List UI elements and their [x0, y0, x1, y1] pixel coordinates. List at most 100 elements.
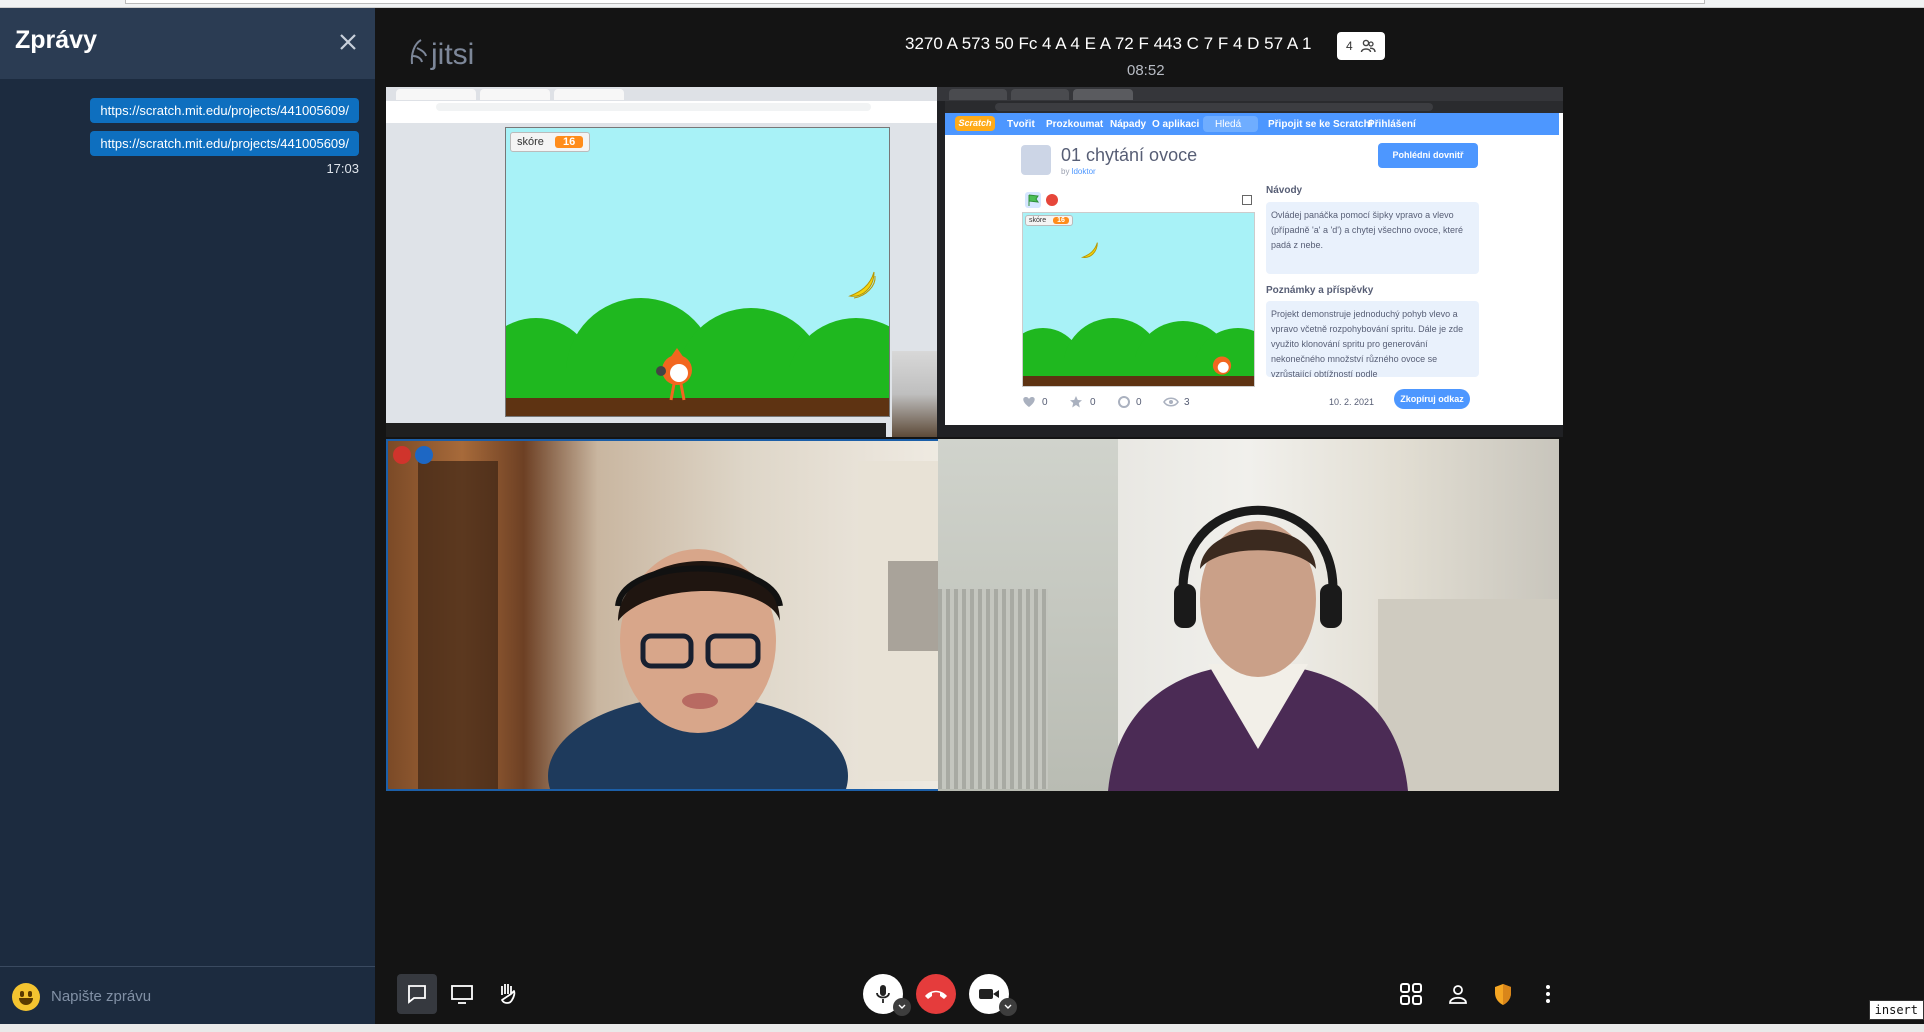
jitsi-logo-icon	[410, 39, 427, 65]
shield-icon	[1495, 984, 1511, 1005]
video-tile-participant-2[interactable]	[938, 439, 1559, 791]
screen-share-button[interactable]	[442, 974, 482, 1014]
tile-status-icons	[393, 446, 437, 469]
stop-icon[interactable]	[1046, 194, 1058, 206]
more-vertical-icon	[1546, 985, 1550, 1003]
scratch-navbar: Scratch Tvořit Prozkoumat Nápady O aplik…	[945, 113, 1559, 135]
love-count: 0	[1042, 397, 1048, 408]
app-window: Zprávy https://scratch.mit.edu/projects/…	[0, 0, 1924, 1032]
shared-browser-tabs	[937, 87, 1563, 101]
chat-input[interactable]: Napište zprávu	[51, 988, 151, 1005]
raise-hand-button[interactable]	[487, 974, 527, 1014]
game-stage: skóre 16	[505, 127, 890, 417]
nav-about[interactable]: O aplikaci	[1152, 119, 1199, 130]
room-name: 3270 A 573 50 Fc 4 A 4 E A 72 F 443 C 7 …	[905, 34, 1312, 53]
participant-video	[1108, 505, 1408, 791]
raise-hand-icon	[501, 984, 516, 1004]
score-label: skóre	[517, 136, 544, 148]
shared-browser-url	[945, 101, 1563, 113]
project-title: 01 chytání ovoce	[1061, 145, 1198, 165]
score-value: 16	[554, 136, 584, 148]
chat-message-time: 17:03	[326, 161, 359, 176]
close-icon[interactable]	[337, 31, 359, 53]
notes-box: Projekt demonstruje jednoduchý pohyb vle…	[1266, 301, 1479, 377]
conference-area: jitsi 3270 A 573 50 Fc 4 A 4 E A 72 F 44…	[375, 8, 1924, 1024]
smiley-icon[interactable]	[12, 983, 40, 1011]
participant-video	[548, 549, 848, 789]
camera-options-chevron-icon[interactable]	[999, 998, 1017, 1016]
nav-join[interactable]: Připojit se ke Scratchi	[1268, 119, 1373, 130]
hangup-icon	[925, 990, 947, 999]
shared-browser-tabs	[386, 87, 1008, 101]
chat-input-area: Napište zprávu	[0, 966, 375, 1024]
instructions-heading: Návody	[1266, 185, 1303, 196]
remix-icon	[1118, 396, 1130, 408]
notes-heading: Poznámky a příspěvky	[1266, 285, 1374, 296]
score-value: 16	[1053, 217, 1069, 224]
participants-button[interactable]	[1438, 974, 1478, 1014]
toolbar	[375, 964, 1924, 1024]
camera-icon	[979, 989, 999, 999]
shared-browser-url	[386, 101, 1008, 113]
microphone-button[interactable]	[863, 974, 911, 1016]
heart-icon[interactable]	[1022, 396, 1036, 408]
copy-link-button[interactable]: Zkopíruj odkaz	[1394, 389, 1470, 409]
project-date: 10. 2. 2021	[1329, 397, 1375, 407]
nav-ideas[interactable]: Nápady	[1110, 119, 1146, 130]
chat-header: Zprávy	[0, 8, 375, 79]
chat-icon	[408, 985, 426, 1004]
eye-icon	[1163, 397, 1179, 407]
see-inside-button[interactable]: Pohlédni dovnitř	[1378, 143, 1478, 168]
score-label: skóre	[1029, 217, 1047, 224]
participants-icon	[1449, 985, 1467, 1004]
game-character	[656, 348, 692, 401]
search-placeholder: Hledá	[1215, 119, 1242, 130]
scratch-logo[interactable]: Scratch	[955, 116, 995, 131]
camera-button[interactable]	[969, 974, 1017, 1016]
project-author: by ldoktor	[1061, 167, 1096, 176]
green-flag-icon[interactable]	[1025, 192, 1041, 208]
score-display: skóre 16	[1025, 215, 1073, 226]
microphone-options-chevron-icon[interactable]	[893, 998, 911, 1016]
participants-icon	[1360, 39, 1376, 53]
more-actions-button[interactable]	[1528, 974, 1568, 1014]
participant-count-badge[interactable]: 4	[1337, 32, 1385, 60]
nav-explore[interactable]: Prozkoumat	[1046, 119, 1103, 130]
game-character	[1212, 356, 1232, 375]
meeting-timer: 08:52	[1127, 62, 1165, 79]
hangup-button[interactable]	[916, 974, 956, 1014]
chat-message[interactable]: https://scratch.mit.edu/projects/4410056…	[90, 98, 359, 123]
score-display: skóre 16	[510, 132, 591, 152]
chat-toggle-button[interactable]	[397, 974, 437, 1014]
chat-message[interactable]: https://scratch.mit.edu/projects/4410056…	[90, 131, 359, 156]
nav-create[interactable]: Tvořit	[1007, 119, 1035, 130]
connection-indicator-icon[interactable]	[393, 446, 411, 464]
star-icon[interactable]	[1069, 395, 1083, 409]
favorite-count: 0	[1090, 397, 1096, 408]
tile-view-button[interactable]	[1391, 974, 1431, 1014]
game-stage-small: skóre 16	[1022, 212, 1255, 387]
screen-share-tile-2[interactable]: Scratch Tvořit Prozkoumat Nápady O aplik…	[937, 87, 1563, 437]
view-count: 3	[1184, 397, 1190, 408]
remix-count: 0	[1136, 397, 1142, 408]
nav-signin[interactable]: Přihlášení	[1368, 119, 1416, 130]
shared-taskbar	[937, 425, 1563, 437]
security-button[interactable]	[1483, 974, 1523, 1014]
microphone-icon	[876, 985, 890, 1003]
chat-title: Zprávy	[15, 26, 97, 54]
grid-icon	[1400, 983, 1422, 1005]
insert-mode-indicator: insert	[1868, 1000, 1924, 1020]
shared-taskbar	[386, 423, 886, 437]
video-tile-participant-1[interactable]	[386, 439, 1007, 791]
screen-share-tile-1[interactable]: skóre 16	[386, 87, 1008, 437]
jitsi-logo[interactable]: jitsi	[407, 38, 474, 72]
banana-icon	[848, 271, 876, 299]
moderator-icon	[415, 446, 433, 464]
author-link[interactable]: ldoktor	[1072, 167, 1096, 176]
instructions-box: Ovládej panáčka pomocí šipky vpravo a vl…	[1266, 202, 1479, 274]
fullscreen-icon[interactable]	[1242, 195, 1252, 205]
author-avatar[interactable]	[1021, 145, 1051, 175]
chat-panel: Zprávy https://scratch.mit.edu/projects/…	[0, 8, 375, 1024]
browser-top-strip	[0, 0, 1924, 8]
screen-share-icon	[451, 985, 473, 1004]
